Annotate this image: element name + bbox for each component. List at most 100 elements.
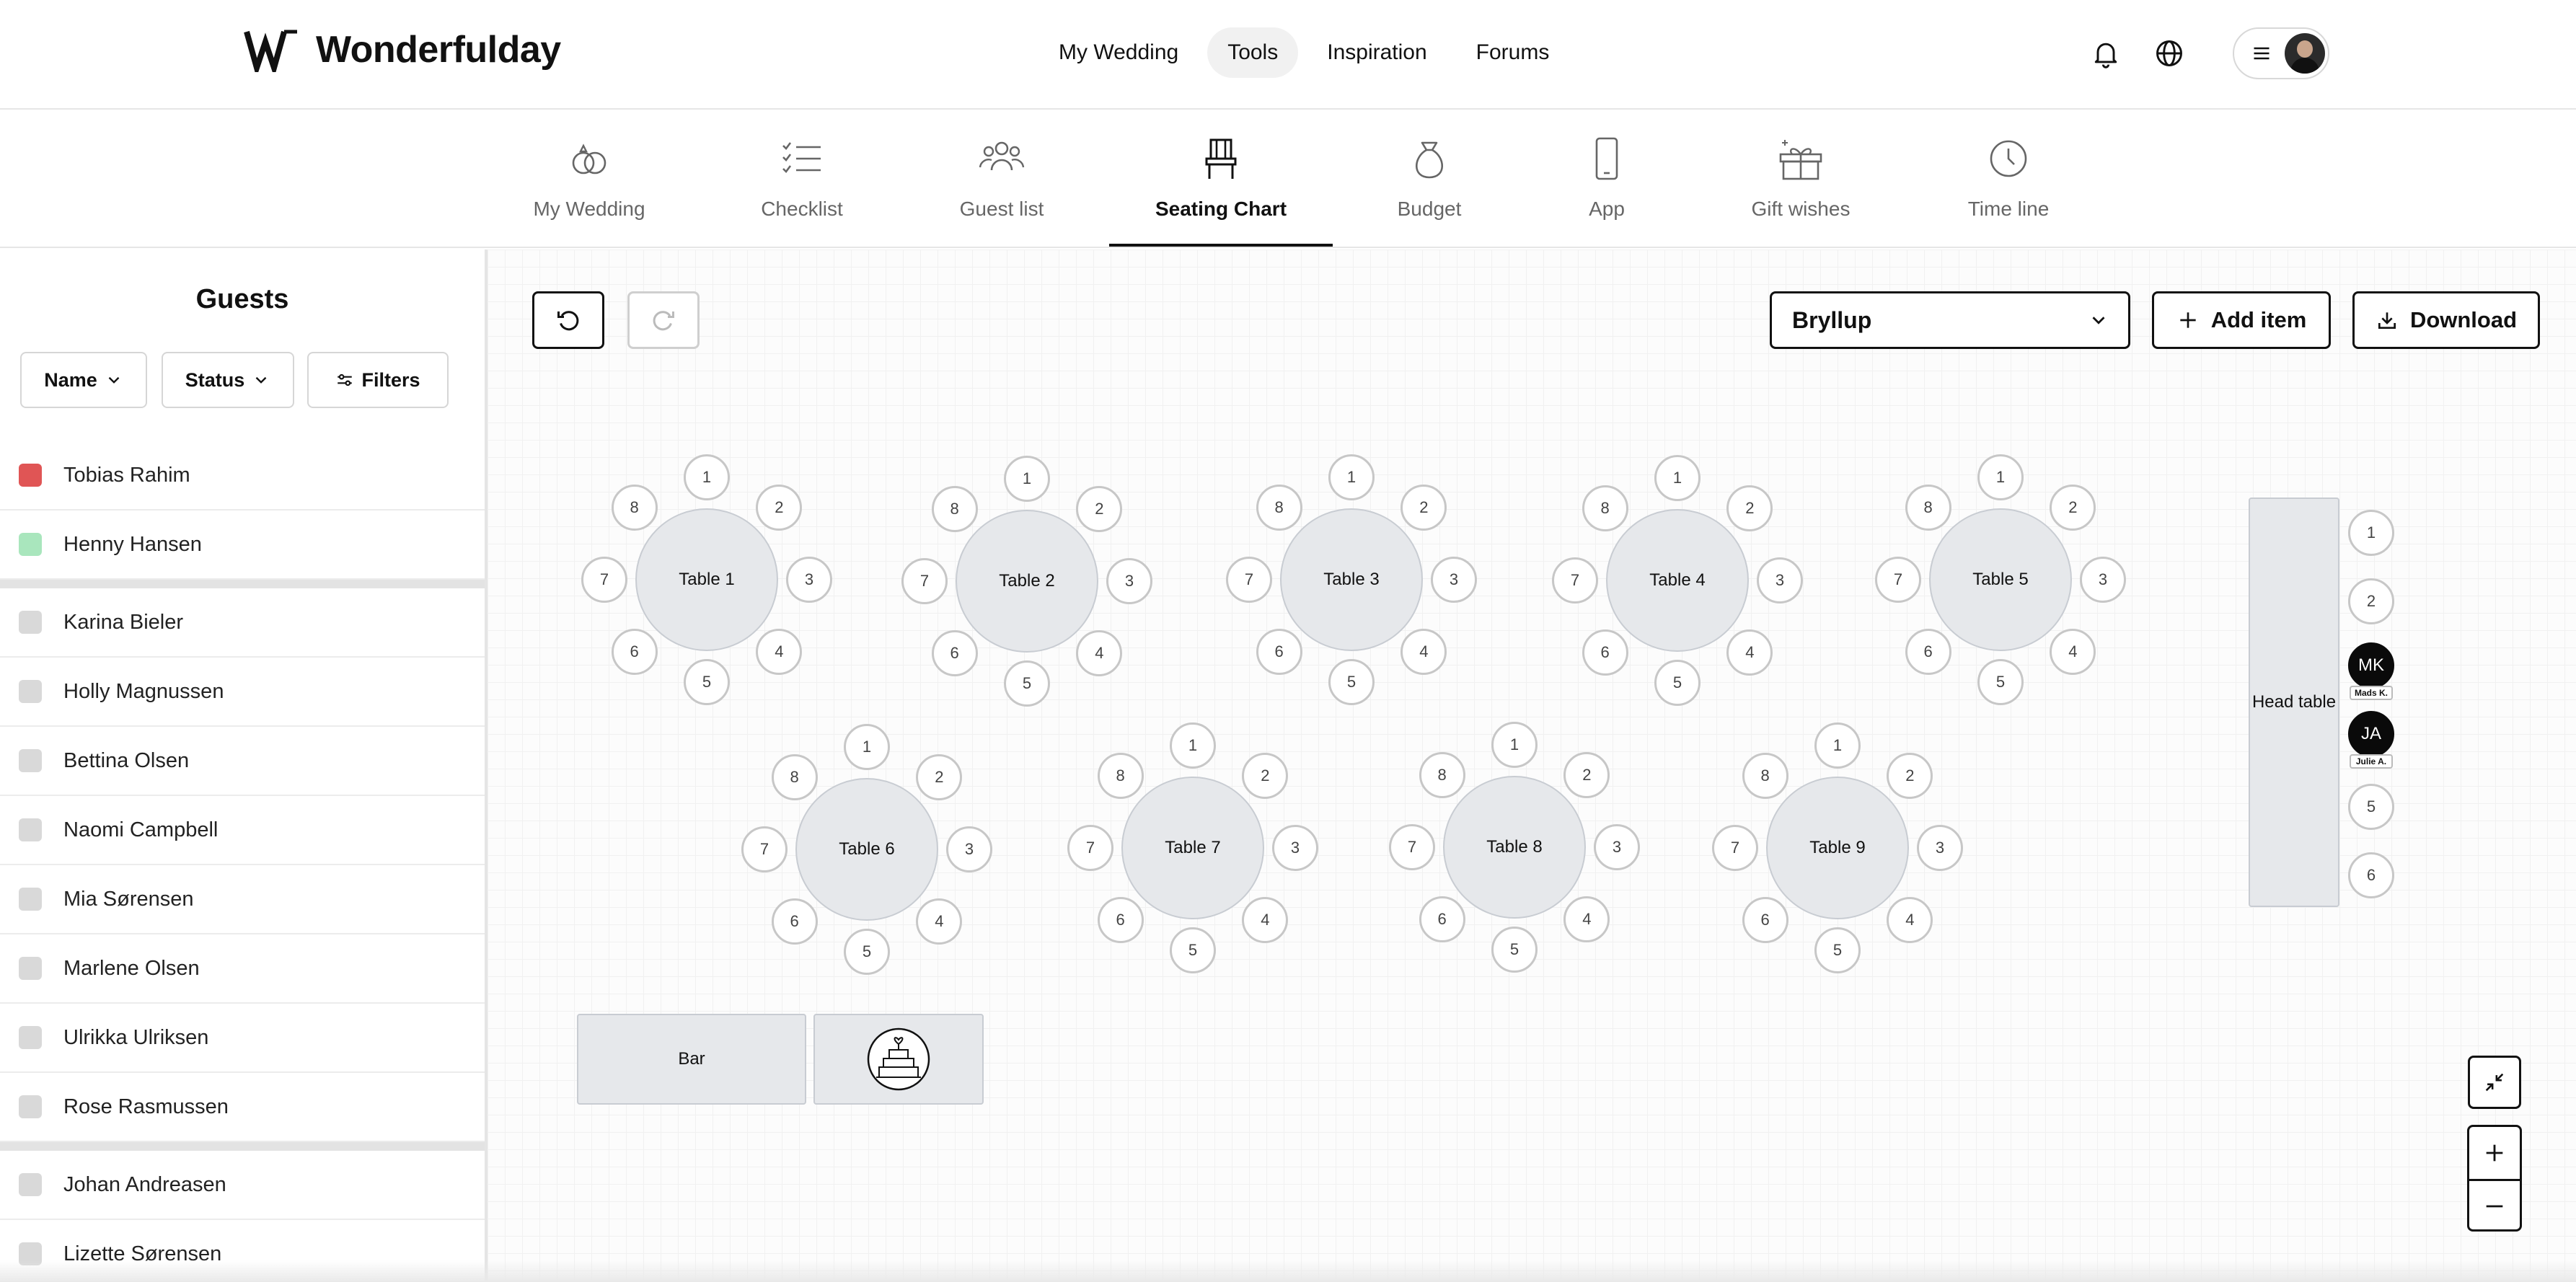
event-select[interactable]: Bryllup bbox=[1770, 291, 2130, 349]
seating-canvas[interactable]: Bryllup Add item Download Table 11234567… bbox=[488, 249, 2576, 1282]
guest-row[interactable]: Holly Magnussen bbox=[0, 658, 485, 727]
seat[interactable]: 3 bbox=[1594, 824, 1640, 870]
add-item-button[interactable]: Add item bbox=[2152, 291, 2331, 349]
seat[interactable]: 1 bbox=[1814, 722, 1861, 769]
round-table[interactable]: Table 4 bbox=[1606, 509, 1749, 652]
seat[interactable]: 7 bbox=[581, 557, 627, 603]
seat[interactable]: 5 bbox=[1977, 659, 2024, 705]
seat[interactable]: 6 bbox=[1256, 629, 1302, 676]
seat[interactable]: 6 bbox=[1582, 629, 1628, 676]
nav-my-wedding[interactable]: My Wedding bbox=[1038, 27, 1199, 78]
round-table[interactable]: Table 5 bbox=[1929, 508, 2072, 651]
seat[interactable]: 5 bbox=[1814, 927, 1861, 973]
bar-item[interactable]: Bar bbox=[577, 1014, 806, 1105]
seat[interactable]: 2 bbox=[916, 753, 963, 800]
guest-row[interactable]: Tobias Rahim bbox=[0, 441, 485, 510]
seat[interactable]: 1 bbox=[844, 724, 890, 770]
nav-tools[interactable]: Tools bbox=[1207, 27, 1299, 78]
seat[interactable]: 4 bbox=[1563, 896, 1610, 943]
seat[interactable]: 4 bbox=[1242, 897, 1289, 944]
guest-row[interactable]: Rose Rasmussen bbox=[0, 1073, 485, 1142]
round-table[interactable]: Table 9 bbox=[1766, 777, 1909, 919]
seat[interactable]: 7 bbox=[1389, 824, 1435, 870]
bell-icon[interactable] bbox=[2090, 37, 2122, 69]
nav-inspiration[interactable]: Inspiration bbox=[1307, 27, 1447, 78]
seat[interactable]: 8 bbox=[1419, 751, 1465, 798]
sort-name-dropdown[interactable]: Name bbox=[20, 352, 147, 408]
seat[interactable]: 1 bbox=[1004, 456, 1050, 502]
guest-row[interactable]: Johan Andreasen bbox=[0, 1151, 485, 1220]
guest-row[interactable]: Marlene Olsen bbox=[0, 934, 485, 1004]
seat[interactable]: 3 bbox=[1272, 825, 1318, 871]
seat[interactable]: 2 bbox=[756, 484, 803, 531]
seat[interactable]: 3 bbox=[1917, 825, 1963, 871]
seat[interactable]: 8 bbox=[611, 484, 658, 531]
guest-row[interactable]: Henny Hansen bbox=[0, 510, 485, 580]
seat[interactable]: 3 bbox=[1106, 558, 1152, 604]
seat[interactable]: 7 bbox=[741, 826, 788, 872]
seat[interactable]: 6 bbox=[931, 630, 978, 677]
seat[interactable]: 2 bbox=[1563, 751, 1610, 798]
seat[interactable]: 4 bbox=[1076, 630, 1123, 677]
seat[interactable]: 3 bbox=[786, 557, 832, 603]
seat[interactable]: 8 bbox=[1742, 752, 1788, 799]
round-table[interactable]: Table 2 bbox=[956, 510, 1098, 653]
seat[interactable]: 1 bbox=[1328, 454, 1375, 500]
seat[interactable]: 7 bbox=[1226, 557, 1272, 603]
globe-icon[interactable] bbox=[2153, 37, 2185, 69]
seat[interactable]: 4 bbox=[2050, 629, 2096, 676]
seat[interactable]: 8 bbox=[1097, 752, 1144, 799]
seat[interactable]: 3 bbox=[1757, 557, 1803, 604]
seat[interactable]: 5 bbox=[2348, 784, 2394, 830]
round-table[interactable]: Table 6 bbox=[795, 778, 938, 921]
seat[interactable]: 8 bbox=[1256, 484, 1302, 531]
zoom-in-button[interactable] bbox=[2469, 1127, 2520, 1179]
account-menu-button[interactable] bbox=[2233, 27, 2329, 79]
seat[interactable]: 4 bbox=[1726, 629, 1773, 676]
seat[interactable]: 5 bbox=[1004, 660, 1050, 707]
seat[interactable]: 2 bbox=[1242, 752, 1289, 799]
seat[interactable]: 8 bbox=[1905, 484, 1951, 531]
seat[interactable]: 1 bbox=[1491, 722, 1538, 768]
seat[interactable]: 2 bbox=[1887, 752, 1933, 799]
zoom-out-button[interactable] bbox=[2469, 1179, 2520, 1231]
seat[interactable]: 8 bbox=[771, 753, 818, 800]
seat[interactable]: 6 bbox=[771, 898, 818, 945]
seat[interactable]: 3 bbox=[1431, 557, 1477, 603]
seat[interactable]: 5 bbox=[1654, 660, 1701, 706]
seat[interactable]: 7 bbox=[901, 558, 948, 604]
seat[interactable]: 4 bbox=[756, 629, 803, 676]
seat[interactable]: 5 bbox=[684, 659, 730, 705]
seat[interactable]: 6 bbox=[1419, 896, 1465, 943]
tool-guest-list[interactable]: Guest list bbox=[956, 110, 1047, 247]
guest-row[interactable]: Ulrikka Ulriksen bbox=[0, 1004, 485, 1073]
seat[interactable]: 2 bbox=[2348, 578, 2394, 624]
seat[interactable]: 6 bbox=[1905, 629, 1951, 676]
tool-app[interactable]: App bbox=[1581, 110, 1633, 247]
guest-row[interactable]: Mia Sørensen bbox=[0, 865, 485, 934]
seat[interactable]: 7 bbox=[1712, 825, 1758, 871]
seat[interactable]: 1 bbox=[1654, 455, 1701, 501]
seat[interactable]: 3 bbox=[946, 826, 992, 872]
tool-gift-wishes[interactable]: Gift wishes bbox=[1750, 110, 1852, 247]
undo-button[interactable] bbox=[532, 291, 604, 349]
guest-row[interactable]: Karina Bieler bbox=[0, 588, 485, 658]
seat[interactable]: 4 bbox=[1887, 897, 1933, 944]
filters-button[interactable]: Filters bbox=[307, 352, 449, 408]
seat[interactable]: 4 bbox=[916, 898, 963, 945]
seat[interactable]: 7 bbox=[1552, 557, 1598, 604]
seat[interactable]: 3 bbox=[2080, 557, 2126, 603]
seat[interactable]: 7 bbox=[1875, 557, 1921, 603]
seat[interactable]: 1 bbox=[684, 454, 730, 500]
download-button[interactable]: Download bbox=[2352, 291, 2540, 349]
seat[interactable]: 5 bbox=[1328, 659, 1375, 705]
seat[interactable]: 2 bbox=[1076, 485, 1123, 532]
seat[interactable]: 2 bbox=[2050, 484, 2096, 531]
nav-forums[interactable]: Forums bbox=[1456, 27, 1570, 78]
seat[interactable]: 6 bbox=[2348, 852, 2394, 898]
seat[interactable]: 6 bbox=[611, 629, 658, 676]
seat[interactable]: 8 bbox=[1582, 485, 1628, 531]
tool-time-line[interactable]: Time line bbox=[1962, 110, 2055, 247]
occupied-seat[interactable]: JA bbox=[2348, 711, 2394, 757]
seat[interactable]: 1 bbox=[1977, 454, 2024, 500]
